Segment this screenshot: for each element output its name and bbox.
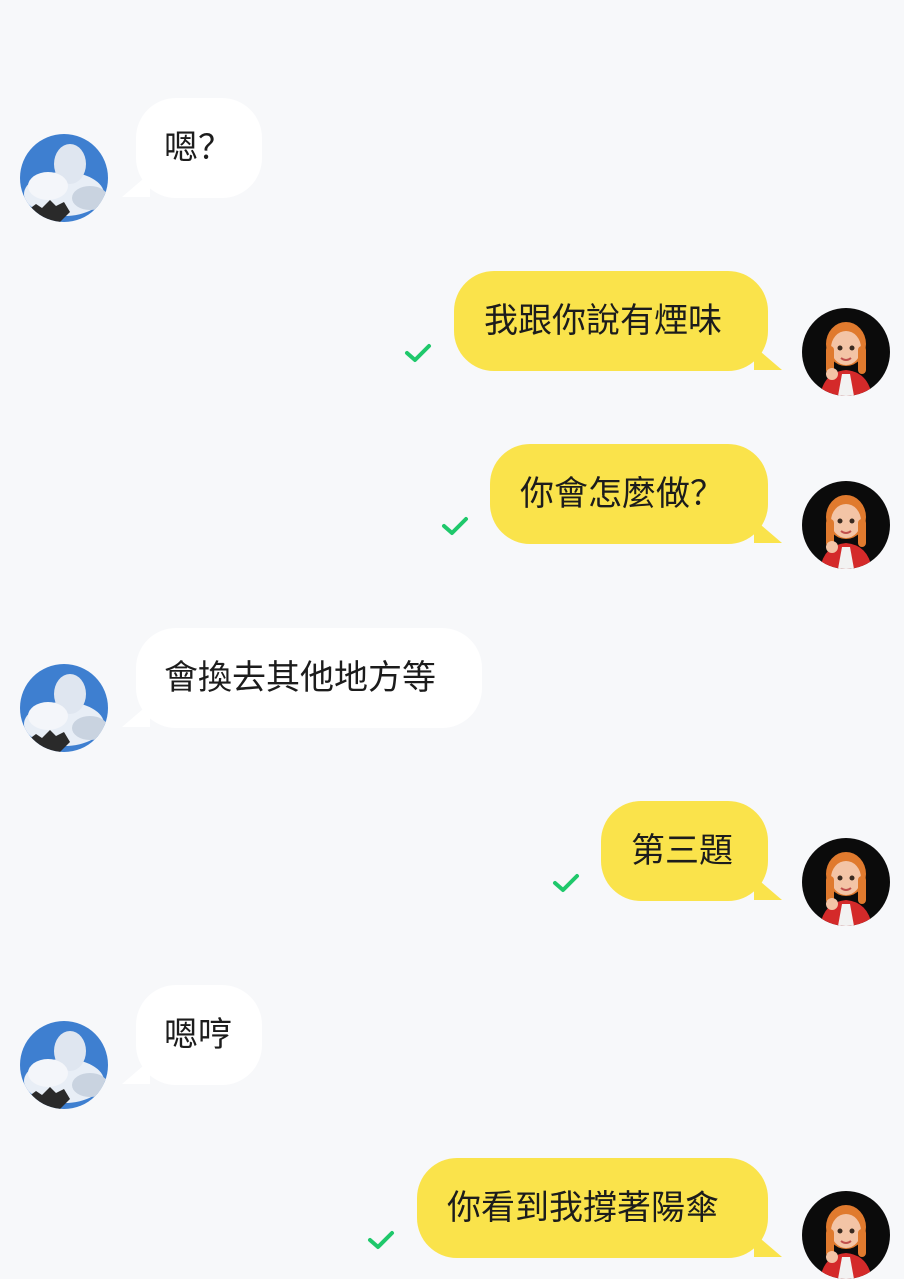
outgoing-message-bubble[interactable]: 我跟你說有煙味: [454, 271, 768, 371]
memoji-red-hair-avatar-icon: [802, 481, 890, 569]
bubble-tail: [754, 519, 782, 543]
outgoing-message-bubble[interactable]: 你看到我撐著陽傘: [417, 1158, 768, 1258]
cloud-sky-photo-avatar-icon: [20, 1021, 108, 1109]
contact-avatar[interactable]: [20, 134, 108, 222]
cloud-sky-photo-avatar-icon: [20, 134, 108, 222]
self-avatar[interactable]: [802, 1191, 890, 1279]
memoji-red-hair-avatar-icon: [802, 838, 890, 926]
check-icon: [367, 1229, 395, 1251]
contact-avatar[interactable]: [20, 664, 108, 752]
check-icon: [552, 872, 580, 894]
check-icon: [441, 515, 469, 537]
outgoing-message-bubble[interactable]: 第三題: [601, 801, 768, 901]
bubble-tail: [754, 1233, 782, 1257]
incoming-message-bubble[interactable]: 會換去其他地方等: [136, 628, 482, 728]
bubble-tail: [754, 346, 782, 370]
cloud-sky-photo-avatar-icon: [20, 664, 108, 752]
contact-avatar[interactable]: [20, 1021, 108, 1109]
incoming-message-bubble[interactable]: 嗯哼: [136, 985, 262, 1085]
self-avatar[interactable]: [802, 308, 890, 396]
memoji-red-hair-avatar-icon: [802, 1191, 890, 1279]
self-avatar[interactable]: [802, 481, 890, 569]
outgoing-message-bubble[interactable]: 你會怎麼做？: [490, 444, 768, 544]
check-icon: [404, 342, 432, 364]
bubble-tail: [754, 876, 782, 900]
memoji-red-hair-avatar-icon: [802, 308, 890, 396]
self-avatar[interactable]: [802, 838, 890, 926]
incoming-message-bubble[interactable]: 嗯？: [136, 98, 262, 198]
